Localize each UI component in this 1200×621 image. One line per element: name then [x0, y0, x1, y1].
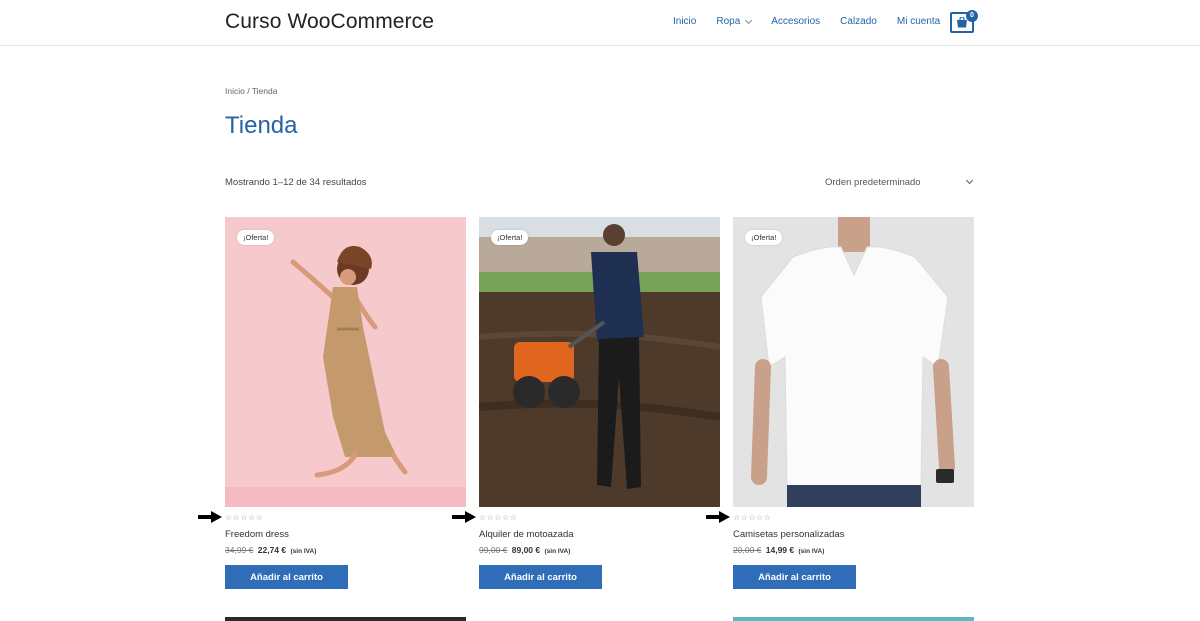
- main-nav: Inicio Ropa Accesorios Calzado Mi cuenta: [673, 16, 960, 27]
- arrow-right-icon: [198, 511, 222, 523]
- nav-item-calzado[interactable]: Calzado: [840, 16, 877, 27]
- product-price: 99,00 € 89,00 € (sin IVA): [479, 545, 570, 555]
- tiller-photo: [479, 217, 720, 507]
- product-price: 20,00 € 14,99 € (sin IVA): [733, 545, 824, 555]
- tax-note: (sin IVA): [544, 548, 571, 555]
- old-price: 20,00 €: [733, 545, 762, 555]
- site-title[interactable]: Curso WooCommerce: [225, 10, 434, 34]
- star-rating: ☆☆☆☆☆: [479, 513, 518, 522]
- sale-price: 14,99 €: [765, 545, 795, 555]
- breadcrumb[interactable]: Inicio / Tienda: [225, 86, 277, 96]
- add-to-cart-button[interactable]: Añadir al carrito: [479, 565, 602, 589]
- sale-price: 89,00 €: [511, 545, 541, 555]
- product-card: ¡Oferta! ☆☆☆☆☆ Freedom dress 34,99 € 22,…: [198, 217, 466, 589]
- nav-item-mi-cuenta[interactable]: Mi cuenta: [897, 16, 940, 27]
- product-name[interactable]: Camisetas personalizadas: [733, 529, 844, 540]
- ordering-selected-value: Orden predeterminado: [825, 176, 921, 188]
- nav-label: Mi cuenta: [896, 16, 941, 27]
- site-header: Curso WooCommerce Inicio Ropa Accesorios…: [0, 0, 1200, 46]
- chevron-down-icon: [965, 176, 974, 185]
- product-card: ¡Oferta! ☆☆☆☆☆ Camisetas personalizadas …: [706, 217, 974, 589]
- star-rating: ☆☆☆☆☆: [225, 513, 264, 522]
- dress-photo: [225, 217, 466, 507]
- chevron-down-icon: [745, 16, 753, 24]
- cart-count-badge: 0: [966, 10, 978, 22]
- product-card: ¡Oferta! ☆☆☆☆☆ Alquiler de motoazada 99,…: [452, 217, 720, 589]
- product-image[interactable]: [225, 617, 466, 621]
- nav-label: Inicio: [673, 16, 697, 27]
- nav-item-ropa[interactable]: Ropa: [716, 16, 753, 27]
- product-price: 34,99 € 22,74 € (sin IVA): [225, 545, 316, 555]
- nav-item-inicio[interactable]: Inicio: [673, 16, 696, 27]
- tax-note: (sin IVA): [290, 548, 317, 555]
- nav-label: Calzado: [840, 16, 877, 27]
- product-name[interactable]: Freedom dress: [225, 529, 289, 540]
- product-image[interactable]: ¡Oferta!: [225, 217, 466, 507]
- page-title: Tienda: [225, 112, 298, 139]
- old-price: 34,99 €: [225, 545, 254, 555]
- sale-badge: ¡Oferta!: [491, 230, 529, 245]
- arrow-right-icon: [706, 511, 730, 523]
- arrow-right-icon: [452, 511, 476, 523]
- sale-badge: ¡Oferta!: [237, 230, 275, 245]
- product-name[interactable]: Alquiler de motoazada: [479, 529, 574, 540]
- result-count: Mostrando 1–12 de 34 resultados: [225, 177, 367, 188]
- nav-item-accesorios[interactable]: Accesorios: [771, 16, 820, 27]
- star-rating: ☆☆☆☆☆: [733, 513, 772, 522]
- add-to-cart-button[interactable]: Añadir al carrito: [733, 565, 856, 589]
- nav-label: Ropa: [716, 16, 741, 27]
- old-price: 99,00 €: [479, 545, 508, 555]
- tshirt-photo: [733, 217, 974, 507]
- sale-badge: ¡Oferta!: [745, 230, 783, 245]
- product-image[interactable]: [733, 617, 974, 621]
- tax-note: (sin IVA): [798, 548, 825, 555]
- product-image[interactable]: ¡Oferta!: [733, 217, 974, 507]
- sale-price: 22,74 €: [257, 545, 287, 555]
- nav-label: Accesorios: [771, 16, 821, 27]
- ordering-select[interactable]: Orden predeterminado: [825, 172, 975, 192]
- add-to-cart-button[interactable]: Añadir al carrito: [225, 565, 348, 589]
- product-image[interactable]: ¡Oferta!: [479, 217, 720, 507]
